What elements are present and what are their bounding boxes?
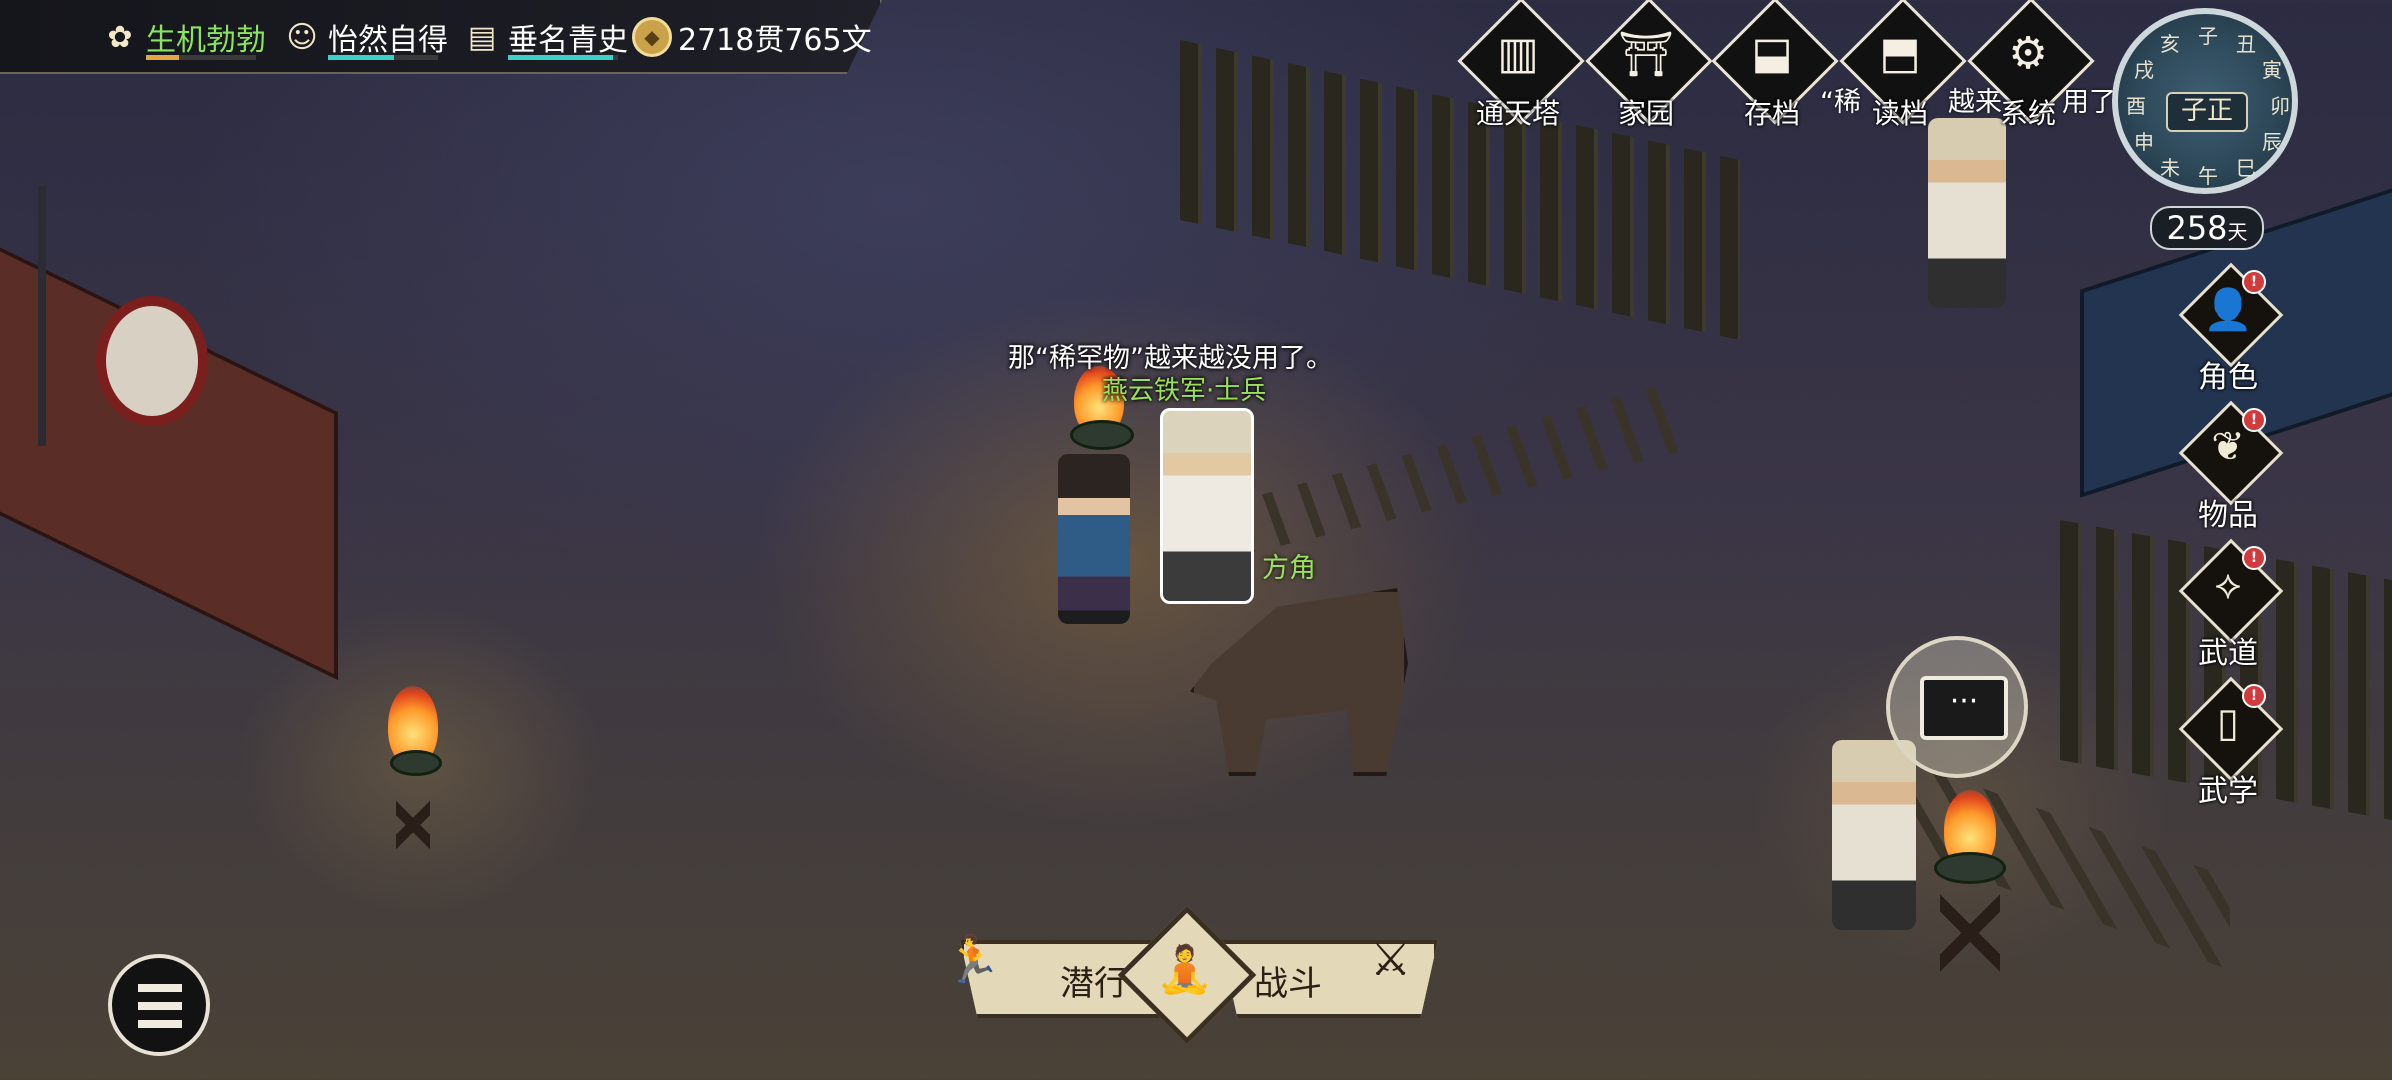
sword-icon: ⚔ [1370, 932, 1412, 986]
tower-button[interactable]: ▥ 通天塔 [1457, 0, 1585, 130]
action-bar: 潜行 🏃 战斗 ⚔ 🧘 [930, 905, 1460, 1045]
alert-badge: ! [2242, 408, 2266, 432]
money-status[interactable]: ◆ 2718贯765文 [632, 12, 872, 62]
clock-branch: 戌 [2134, 58, 2154, 82]
clock-branch: 午 [2198, 164, 2218, 188]
clock-branch: 寅 [2262, 58, 2282, 82]
vitality-icon: ✿ [107, 19, 133, 55]
martial-arts-button[interactable]: ▯ ! 武学 [2178, 676, 2284, 809]
gear-icon: ⚙ [2008, 28, 2048, 79]
time-clock[interactable]: 子 丑 寅 卯 辰 巳 午 未 申 酉 戌 亥 子正 [2112, 8, 2298, 194]
alert-badge: ! [2242, 546, 2266, 570]
home-icon: ⛩ [1618, 29, 1674, 80]
character-icon: 👤 [2203, 287, 2253, 333]
clock-branch: 未 [2160, 156, 2180, 180]
vitality-bar [146, 55, 256, 60]
fame-label: 垂名青史 [508, 23, 628, 58]
fight-label: 战斗 [1254, 964, 1322, 1004]
items-button[interactable]: ❦ ! 物品 [2178, 400, 2284, 533]
money-label: 2718贯765文 [678, 23, 872, 58]
wooden-ox-pet[interactable] [1190, 588, 1408, 776]
sneak-icon: 🏃 [944, 932, 1002, 986]
alert-badge: ! [2242, 684, 2266, 708]
day-unit: 天 [2227, 220, 2248, 244]
menu-line [138, 1002, 182, 1010]
scroll-icon: ▤ [467, 19, 497, 55]
clock-branch: 丑 [2236, 32, 2256, 56]
main-menu-button[interactable] [108, 954, 210, 1056]
bag-icon: ❦ [2211, 424, 2245, 470]
chat-bubble-icon: ··· [1920, 676, 2008, 740]
menu-line [138, 1020, 182, 1028]
character-button[interactable]: 👤 ! 角色 [2178, 262, 2284, 395]
spiked-barrier [1220, 380, 1680, 560]
martial-path-icon: ⟡ [2214, 562, 2242, 608]
vitality-status[interactable]: ✿ 生机勃勃 [100, 12, 266, 62]
guard-soldier-top[interactable] [1928, 118, 2006, 308]
menu-line [138, 984, 182, 992]
clock-branch: 申 [2134, 130, 2154, 154]
time-label: 子正 [2166, 92, 2248, 132]
alert-badge: ! [2242, 270, 2266, 294]
mood-status[interactable]: ☺ 怡然自得 [282, 12, 448, 62]
martial-path-button[interactable]: ⟡ ! 武道 [2178, 538, 2284, 671]
clock-branch: 巳 [2236, 156, 2256, 180]
player-character[interactable] [1058, 454, 1130, 624]
tower-icon: ▥ [1497, 28, 1539, 79]
load-icon: ⬒ [1879, 28, 1921, 79]
mood-label: 怡然自得 [328, 23, 448, 58]
npc-name-label: 燕云铁军·士兵 [1102, 376, 1267, 406]
clock-branch: 卯 [2270, 94, 2290, 118]
fame-status[interactable]: ▤ 垂名青史 [462, 12, 628, 62]
day-count: 258 [2166, 209, 2228, 247]
book-icon: ▯ [2216, 700, 2239, 746]
home-button[interactable]: ⛩ 家园 [1585, 0, 1713, 130]
system-button[interactable]: ⚙ 系统 [1967, 0, 2095, 130]
soldier-npc[interactable] [1160, 408, 1254, 604]
day-counter: 258天 [2150, 206, 2264, 250]
vitality-label: 生机勃勃 [146, 23, 266, 58]
pet-name-label: 方角 [1262, 553, 1316, 584]
clock-branch: 子 [2198, 24, 2218, 48]
drum [96, 296, 208, 426]
face-icon: ☺ [286, 19, 318, 55]
load-button[interactable]: ⬒ 读档 [1839, 0, 1967, 130]
meditate-icon: 🧘 [1156, 942, 1214, 996]
save-button[interactable]: ⬓ 存档 [1711, 0, 1839, 130]
pole [38, 186, 46, 446]
clock-branch: 辰 [2262, 130, 2282, 154]
clock-branch: 亥 [2160, 32, 2180, 56]
fame-bar [508, 55, 618, 60]
stage-platform [0, 227, 338, 681]
guard-soldier-bottom[interactable] [1832, 740, 1916, 930]
sneak-label: 潜行 [1060, 964, 1128, 1004]
mood-bar [328, 55, 438, 60]
coin-icon: ◆ [632, 17, 672, 57]
save-icon: ⬓ [1751, 28, 1793, 79]
chat-button[interactable]: ··· [1886, 636, 2028, 778]
clock-branch: 酉 [2126, 94, 2146, 118]
